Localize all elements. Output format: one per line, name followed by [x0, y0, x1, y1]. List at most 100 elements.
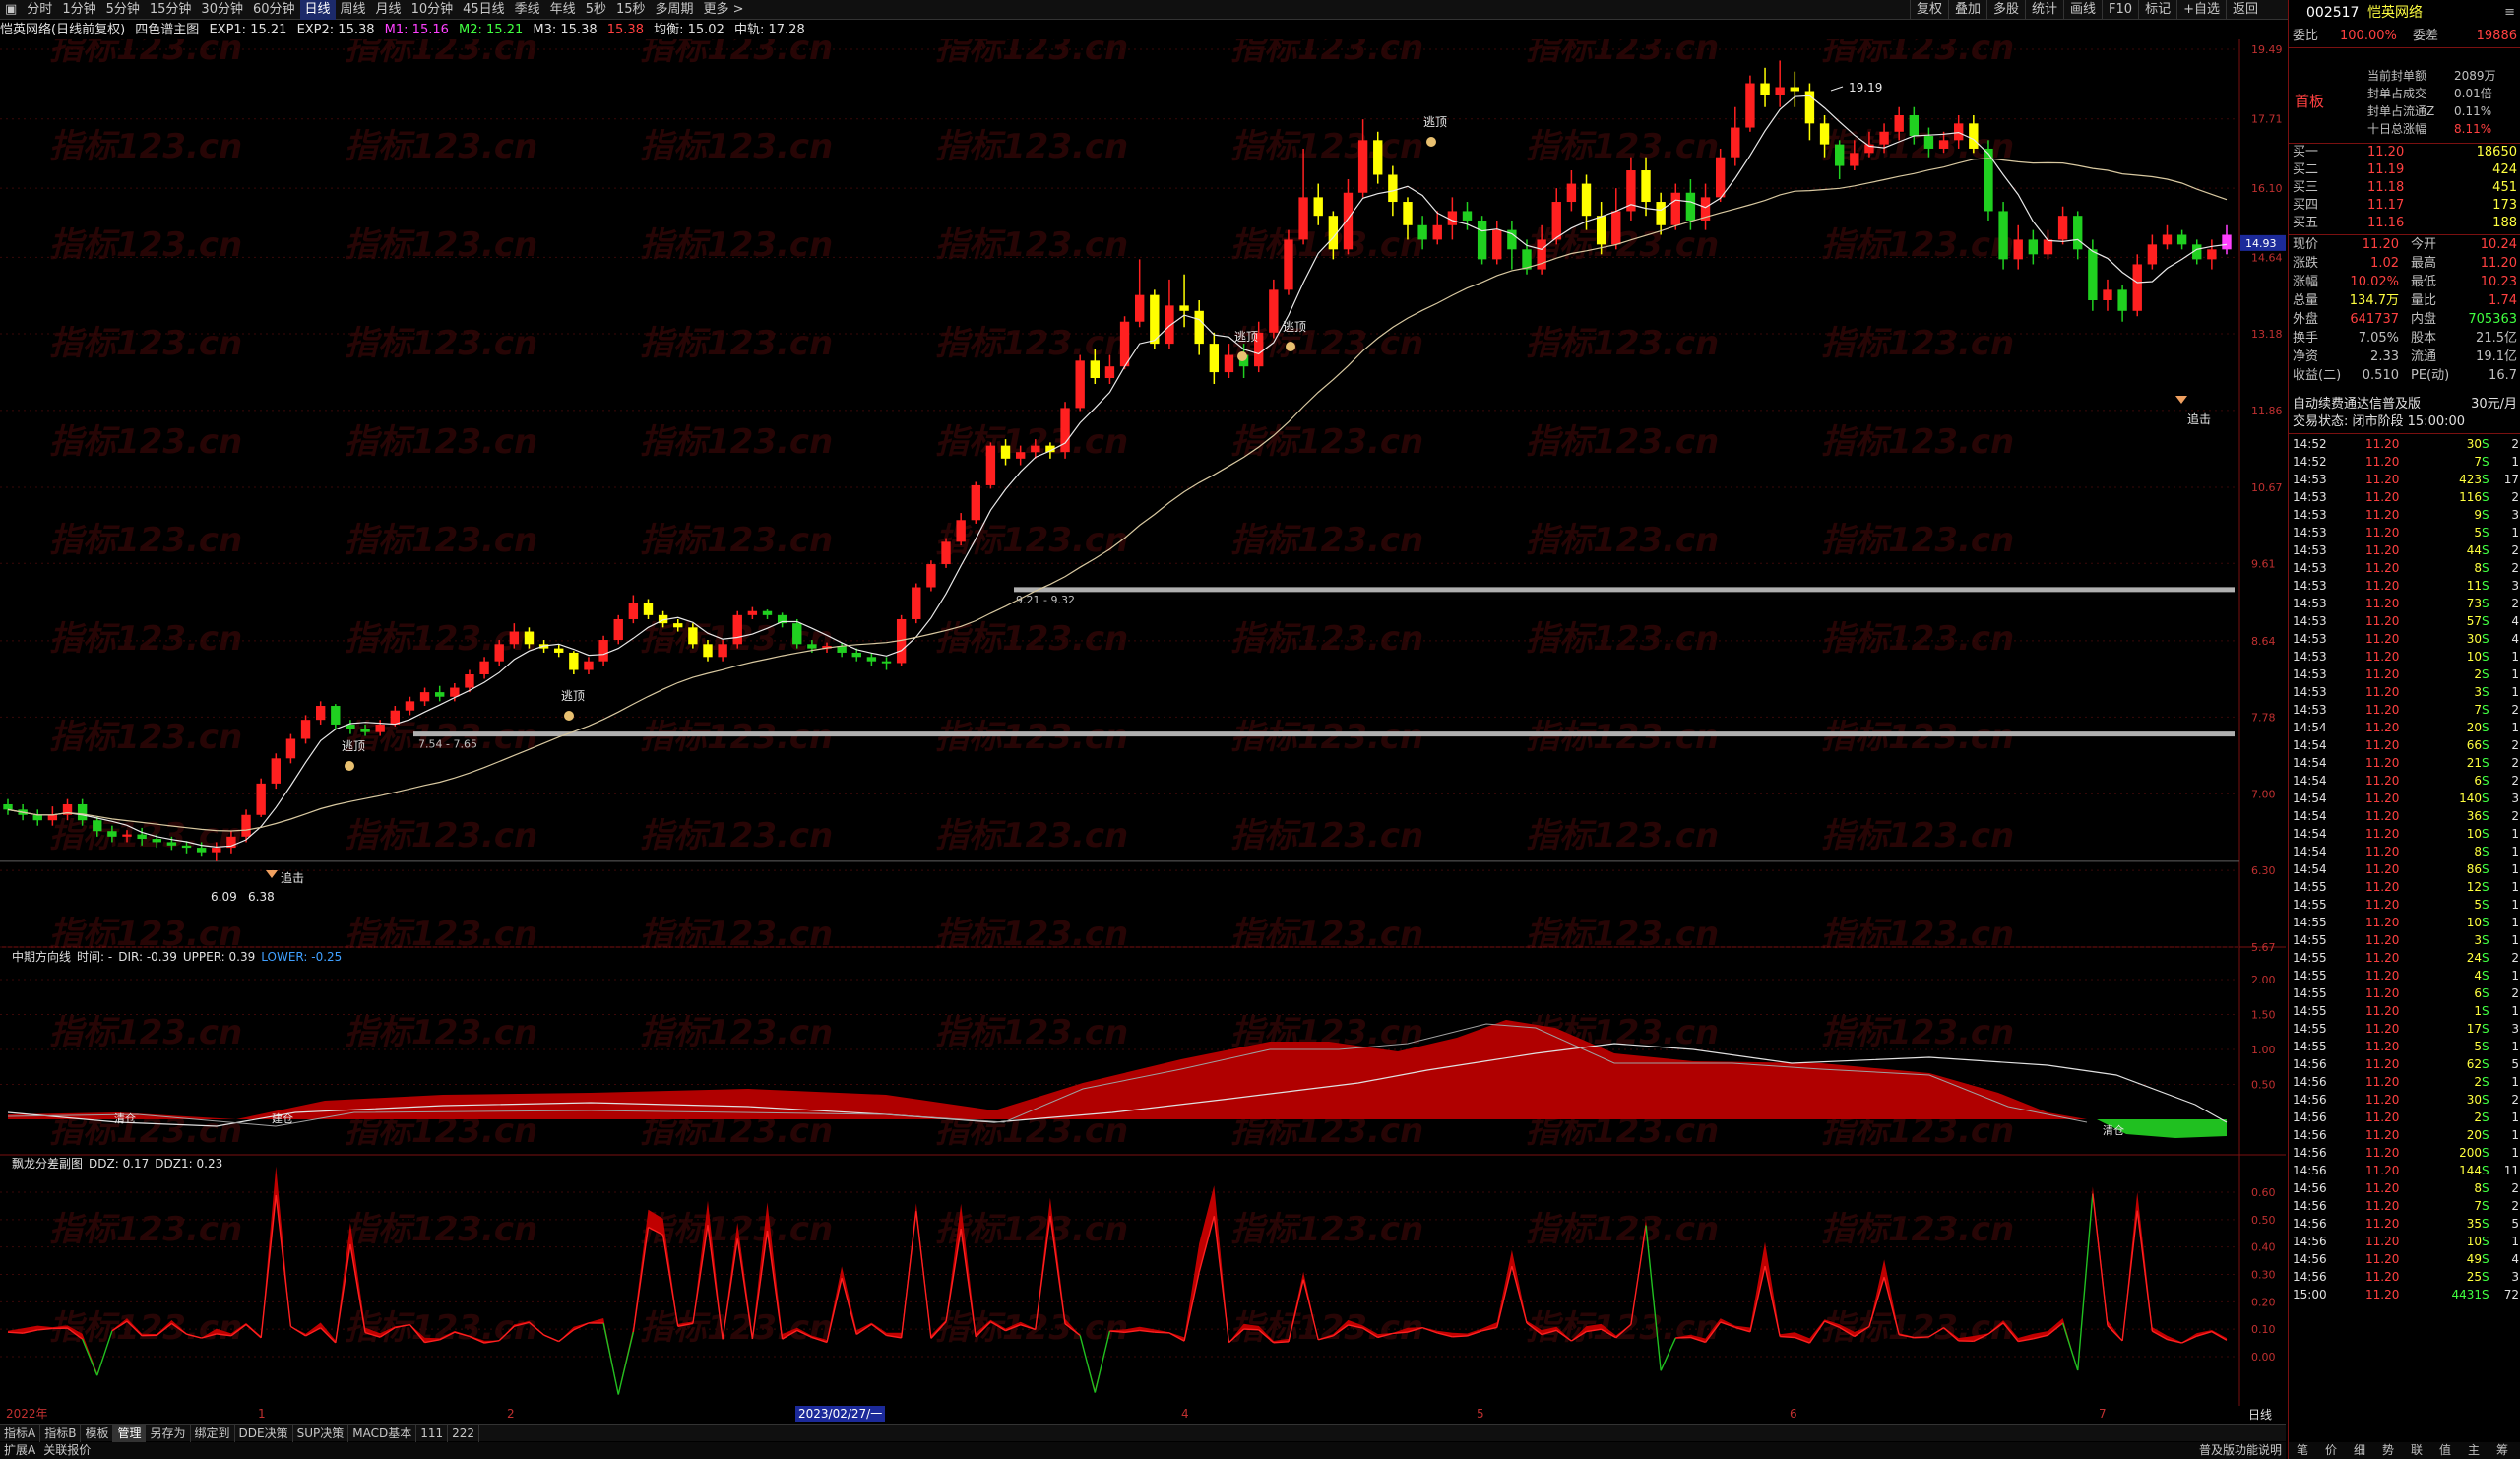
indicator-tab[interactable]: DDE决策: [235, 1425, 293, 1442]
candle-body: [300, 720, 311, 739]
indicator-tab[interactable]: 指标B: [40, 1425, 82, 1442]
toolbar-button[interactable]: 统计: [2025, 0, 2063, 20]
indicator-tab[interactable]: 111: [416, 1425, 449, 1442]
period-tab[interactable]: 15秒: [611, 0, 651, 20]
notice-text[interactable]: 自动续费通达信普及版: [2293, 396, 2421, 413]
trade-status: 交易状态: 闭市阶段 15:00:00: [2293, 414, 2466, 429]
panel-tab[interactable]: 价: [2325, 1442, 2337, 1459]
watermark-text: 指标123.cn: [345, 324, 537, 363]
candle: [1670, 183, 1680, 230]
period-tab[interactable]: 5分钟: [101, 0, 145, 20]
indicator-tab[interactable]: 绑定到: [191, 1425, 235, 1442]
toolbar-button[interactable]: F10: [2102, 0, 2138, 20]
candle: [1731, 106, 1740, 166]
panel-tab[interactable]: 筹: [2496, 1442, 2508, 1459]
tick-price: 11.20: [2365, 685, 2400, 699]
clear-label: 清仓: [114, 1111, 136, 1125]
extension-tab[interactable]: 扩展A: [0, 1442, 39, 1459]
period-tab[interactable]: 年线: [545, 0, 581, 20]
escape-top-label: 逃顶: [561, 689, 585, 703]
indicator-tab[interactable]: SUP决策: [293, 1425, 349, 1442]
candle: [435, 685, 445, 702]
help-link[interactable]: 普及版功能说明: [2195, 1442, 2286, 1459]
menu-icon[interactable]: ≡: [2504, 4, 2515, 22]
tick-count: 72: [2503, 1288, 2519, 1301]
toolbar-button[interactable]: 多股: [1985, 0, 2025, 20]
notice-price[interactable]: 30元/月: [2471, 396, 2517, 413]
chart-svg[interactable]: 指标123.cn 指标123.cn 指标123.cn 指标123.cn 指标123.cn…: [0, 29, 2286, 1418]
toolbar-button[interactable]: 返回: [2225, 0, 2264, 20]
period-tab[interactable]: 15分钟: [145, 0, 197, 20]
m1-value: M1: 15.16: [384, 23, 449, 37]
period-tab[interactable]: 多周期: [651, 0, 699, 20]
tick-row: 14:54 11.20 66 S 2: [2289, 736, 2520, 754]
candle: [300, 715, 311, 744]
panel-tab[interactable]: 细: [2354, 1442, 2365, 1459]
period-tab[interactable]: 季线: [510, 0, 545, 20]
panel-tab[interactable]: 势: [2382, 1442, 2394, 1459]
tick-price: 11.20: [2365, 916, 2400, 929]
period-tab[interactable]: 30分钟: [196, 0, 248, 20]
indicator-tab[interactable]: 指标A: [0, 1425, 41, 1442]
indicator-tab[interactable]: 另存为: [146, 1425, 191, 1442]
candle: [628, 595, 639, 624]
candle-body: [2028, 239, 2039, 255]
candle: [2073, 211, 2083, 260]
quote-label: 现价: [2293, 237, 2319, 252]
ddz-line-seg: [2092, 1193, 2109, 1326]
tick-side: S: [2482, 650, 2489, 664]
period-tab[interactable]: 60分钟: [248, 0, 300, 20]
price-tick-label: 11.86: [2251, 405, 2283, 417]
bid-volume: 173: [2492, 198, 2517, 213]
panel-tab[interactable]: 值: [2439, 1442, 2451, 1459]
tick-time: 14:54: [2293, 827, 2327, 841]
panel-tab[interactable]: 笔: [2297, 1442, 2308, 1459]
quote-label: 内盘: [2411, 312, 2437, 327]
period-tab[interactable]: 45日线: [458, 0, 510, 20]
indicator-tab[interactable]: 模板: [81, 1425, 114, 1442]
tick-time: 14:56: [2293, 1164, 2327, 1177]
toolbar-button[interactable]: 画线: [2063, 0, 2102, 20]
toolbar-button[interactable]: 标记: [2138, 0, 2176, 20]
period-tab[interactable]: 月线: [371, 0, 407, 20]
panel3-tick: 0.20: [2251, 1296, 2276, 1308]
panel-tab[interactable]: 主: [2468, 1442, 2480, 1459]
watermark-text: 指标123.cn: [49, 324, 242, 363]
panel-tab[interactable]: 联: [2411, 1442, 2423, 1459]
tick-count: 3: [2511, 1270, 2519, 1284]
period-tab[interactable]: 日线: [299, 0, 336, 20]
tick-price: 11.20: [2365, 933, 2400, 947]
toolbar-button[interactable]: 叠加: [1947, 0, 1986, 20]
period-tab[interactable]: 10分钟: [407, 0, 459, 20]
candle-body: [2088, 249, 2098, 301]
tick-count: 1: [2511, 862, 2519, 876]
panel2-tick: 1.50: [2251, 1009, 2276, 1022]
indicator-tab[interactable]: MACD基本: [348, 1425, 417, 1442]
period-tab[interactable]: 1分钟: [57, 0, 100, 20]
tick-row: 15:00 11.20 4431 S 72: [2289, 1286, 2520, 1303]
candle-body: [47, 814, 58, 821]
indicator-tab[interactable]: 222: [448, 1425, 480, 1442]
window-icon[interactable]: ▣: [0, 0, 22, 20]
tick-price: 11.20: [2365, 774, 2400, 788]
extension-tab[interactable]: 关联报价: [39, 1442, 94, 1459]
chart-area[interactable]: 指标123.cn 指标123.cn 指标123.cn 指标123.cn 指标123.cn…: [0, 29, 2286, 1418]
quote-row: 收益(二) 0.510 PE(动) 16.7: [2289, 367, 2520, 385]
tick-time: 14:56: [2293, 1093, 2327, 1107]
candle-body: [1388, 174, 1398, 203]
period-tab[interactable]: 周线: [336, 0, 371, 20]
ddz-line-seg: [2181, 1335, 2198, 1344]
period-tab[interactable]: 更多 >: [699, 0, 749, 20]
tick-volume: 62: [2466, 1057, 2482, 1071]
toolbar-button[interactable]: +自选: [2176, 0, 2226, 20]
tick-row: 14:54 11.20 86 S 1: [2289, 860, 2520, 878]
toolbar-button[interactable]: 复权: [1909, 0, 1948, 20]
candle-body: [2207, 249, 2217, 260]
tick-count: 11: [2503, 1164, 2519, 1177]
indicator-tab[interactable]: 管理: [113, 1425, 147, 1442]
bid-label: 买三: [2293, 180, 2319, 195]
period-tab[interactable]: 5秒: [581, 0, 611, 20]
period-tab[interactable]: 分时: [22, 0, 57, 20]
money-bag-icon: [1237, 351, 1247, 361]
tick-volume: 35: [2466, 1217, 2482, 1231]
